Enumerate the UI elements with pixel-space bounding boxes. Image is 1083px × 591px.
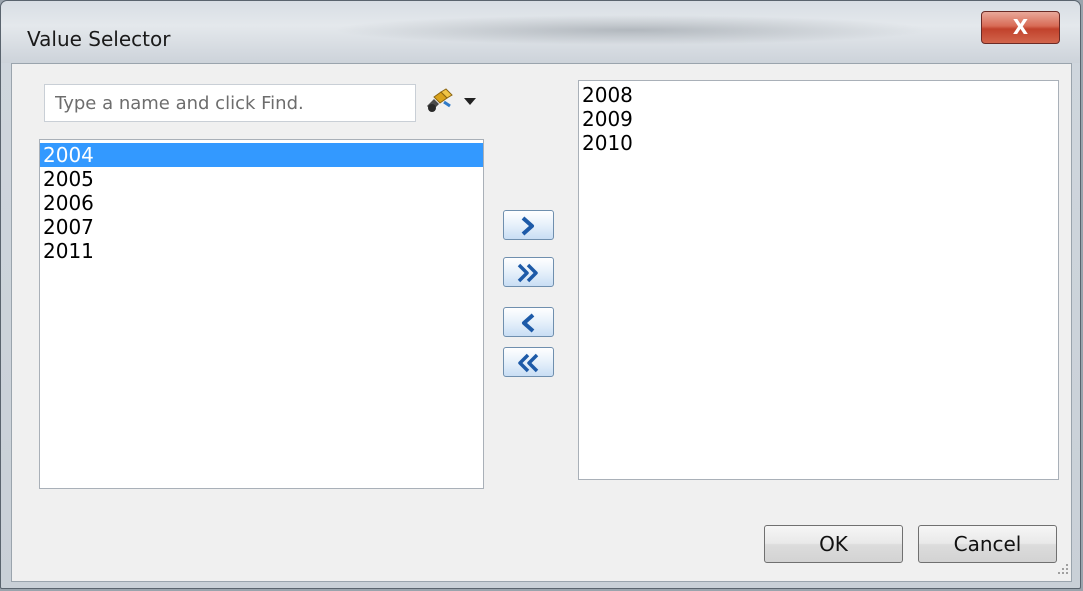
chevron-left-icon [522,313,535,333]
ok-button[interactable]: OK [764,525,903,563]
list-item[interactable]: 2009 [579,107,1058,131]
find-binoculars-icon[interactable] [424,88,456,116]
window-title: Value Selector [27,27,171,51]
close-button[interactable]: X [981,11,1060,44]
selected-values-list[interactable]: 2008 2009 2010 [578,80,1059,480]
double-chevron-left-icon [518,353,539,373]
add-all-button[interactable] [503,257,554,287]
list-item[interactable]: 2010 [579,131,1058,155]
list-item[interactable]: 2005 [40,167,483,191]
list-item[interactable]: 2008 [579,83,1058,107]
double-chevron-right-icon [517,263,538,283]
value-selector-window: Value Selector X 20042005200620072011 [0,0,1081,589]
list-item[interactable]: 2006 [40,191,483,215]
remove-selected-button[interactable] [503,307,554,337]
list-item-selected[interactable]: 2004 [40,143,483,167]
resize-grip-icon[interactable] [1056,562,1070,576]
dialog-body: 20042005200620072011 200820092010 OK [11,63,1072,582]
cancel-button[interactable]: Cancel [918,525,1057,563]
add-selected-button[interactable] [503,210,554,240]
title-bar[interactable]: Value Selector X [1,1,1080,63]
title-bar-glass [331,15,931,45]
search-input[interactable] [44,84,416,122]
find-options-dropdown-icon[interactable] [464,98,476,105]
remove-all-button[interactable] [503,347,554,377]
list-item[interactable]: 2007 [40,215,483,239]
available-values-list[interactable]: 2004 2005 2006 2007 2011 [39,139,484,489]
list-item[interactable]: 2011 [40,239,483,263]
chevron-right-icon [521,216,534,236]
